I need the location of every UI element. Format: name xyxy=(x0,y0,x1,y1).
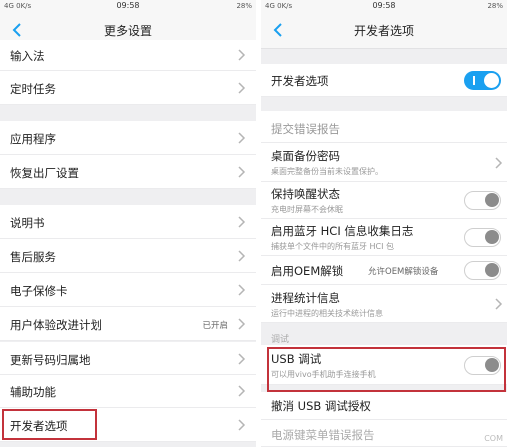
page-title: 开发者选项 xyxy=(353,24,414,38)
chevron-right-icon xyxy=(238,284,246,296)
setting-revoke-usb-auth[interactable]: 撤消 USB 调试授权 xyxy=(261,392,507,420)
highlight-box xyxy=(2,409,97,440)
setting-description: 允许OEM解锁设备 xyxy=(368,267,439,277)
highlight-box xyxy=(267,347,506,392)
setting-power-menu-bug-report[interactable]: 电源键菜单错误报告 xyxy=(261,420,507,447)
chevron-right-icon xyxy=(495,298,503,310)
section-gap xyxy=(0,189,256,205)
bluetooth-hci-log-toggle[interactable] xyxy=(464,228,501,247)
chevron-right-icon xyxy=(238,318,246,330)
setting-label: 电源键菜单错误报告 xyxy=(271,428,375,442)
setting-bug-report[interactable]: 提交错误报告 xyxy=(261,111,507,143)
chevron-right-icon xyxy=(238,82,246,94)
setting-label: 撤消 USB 调试授权 xyxy=(271,399,371,413)
settings-item-label: 售后服务 xyxy=(10,250,56,264)
setting-label: 启用蓝牙 HCI 信息收集日志 xyxy=(271,224,414,238)
settings-item-applications[interactable]: 应用程序 xyxy=(0,121,256,155)
setting-label: 开发者选项 xyxy=(271,74,329,88)
settings-item-manual[interactable]: 说明书 xyxy=(0,205,256,239)
settings-item-label: 辅助功能 xyxy=(10,385,56,399)
chevron-right-icon xyxy=(238,353,246,365)
setting-oem-unlock[interactable]: 启用OEM解锁 允许OEM解锁设备 xyxy=(261,256,507,285)
chevron-right-icon xyxy=(238,419,246,431)
setting-process-stats[interactable]: 进程统计信息 运行中进程的相关技术统计信息 xyxy=(261,285,507,323)
settings-item-input-method[interactable]: 输入法 xyxy=(0,40,256,71)
settings-item-label: 更新号码归属地 xyxy=(10,353,91,367)
settings-item-factory-reset[interactable]: 恢复出厂设置 xyxy=(0,155,256,189)
chevron-right-icon xyxy=(238,385,246,397)
setting-label: 进程统计信息 xyxy=(271,291,340,305)
section-gap xyxy=(261,50,507,64)
status-bar: 4G 0K/s 09:58 28% xyxy=(0,0,256,12)
setting-description: 运行中进程的相关技术统计信息 xyxy=(271,309,383,318)
setting-description: 桌面完整备份当前未设置保护。 xyxy=(271,167,383,176)
developer-options-toggle[interactable] xyxy=(464,71,501,90)
settings-item-label: 用户体验改进计划 xyxy=(10,318,102,332)
nav-bar: 开发者选项 xyxy=(261,12,507,49)
settings-item-user-experience[interactable]: 用户体验改进计划 已开启 xyxy=(0,307,256,341)
developer-options-master-row[interactable]: 开发者选项 xyxy=(261,64,507,97)
battery-level: 28% xyxy=(487,2,503,10)
chevron-right-icon xyxy=(238,216,246,228)
developer-options-screen: 4G 0K/s 09:58 28% 开发者选项 开发者选项 提交错误报告 桌面备… xyxy=(261,0,507,447)
setting-label: 桌面备份密码 xyxy=(271,149,340,163)
setting-bluetooth-hci-log[interactable]: 启用蓝牙 HCI 信息收集日志 捕获单个文件中的所有蓝牙 HCI 包 xyxy=(261,219,507,256)
settings-item-label: 输入法 xyxy=(10,49,45,63)
settings-item-after-sales[interactable]: 售后服务 xyxy=(0,239,256,273)
setting-label: 提交错误报告 xyxy=(271,122,340,136)
settings-item-accessibility[interactable]: 辅助功能 xyxy=(0,375,256,408)
settings-item-scheduled-tasks[interactable]: 定时任务 xyxy=(0,71,256,105)
chevron-right-icon xyxy=(495,157,503,169)
chevron-right-icon xyxy=(238,49,246,61)
settings-item-warranty-card[interactable]: 电子保修卡 xyxy=(0,273,256,307)
watermark: COM xyxy=(484,434,503,443)
setting-label: 保持唤醒状态 xyxy=(271,187,340,201)
setting-desktop-backup-password[interactable]: 桌面备份密码 桌面完整备份当前未设置保护。 xyxy=(261,143,507,182)
setting-stay-awake[interactable]: 保持唤醒状态 充电时屏幕不会休眠 xyxy=(261,182,507,219)
clock: 09:58 xyxy=(372,1,396,10)
settings-item-label: 应用程序 xyxy=(10,132,56,146)
battery-level: 28% xyxy=(236,2,252,10)
settings-item-value: 已开启 xyxy=(202,321,228,331)
more-settings-screen: 4G 0K/s 09:58 28% 更多设置 输入法 定时任务 应用程序 恢复出… xyxy=(0,0,256,447)
settings-item-label: 定时任务 xyxy=(10,82,56,96)
chevron-right-icon xyxy=(238,132,246,144)
settings-item-label: 恢复出厂设置 xyxy=(10,166,79,180)
setting-description: 捕获单个文件中的所有蓝牙 HCI 包 xyxy=(271,242,395,251)
chevron-right-icon xyxy=(238,166,246,178)
page-title: 更多设置 xyxy=(103,24,152,38)
settings-item-number-location[interactable]: 更新号码归属地 xyxy=(0,342,256,375)
section-gap xyxy=(0,105,256,121)
setting-description: 充电时屏幕不会休眠 xyxy=(271,205,343,214)
stay-awake-toggle[interactable] xyxy=(464,191,501,210)
settings-item-label: 说明书 xyxy=(10,216,45,230)
section-gap xyxy=(261,97,507,111)
oem-unlock-toggle[interactable] xyxy=(464,261,501,280)
section-gap: 调试 xyxy=(261,323,507,345)
clock: 09:58 xyxy=(116,1,140,10)
setting-label: 启用OEM解锁 xyxy=(271,264,344,278)
status-bar: 4G 0K/s 09:58 28% xyxy=(261,0,507,12)
section-header-debugging: 调试 xyxy=(271,335,290,345)
chevron-right-icon xyxy=(238,250,246,262)
settings-item-label: 电子保修卡 xyxy=(10,284,68,298)
